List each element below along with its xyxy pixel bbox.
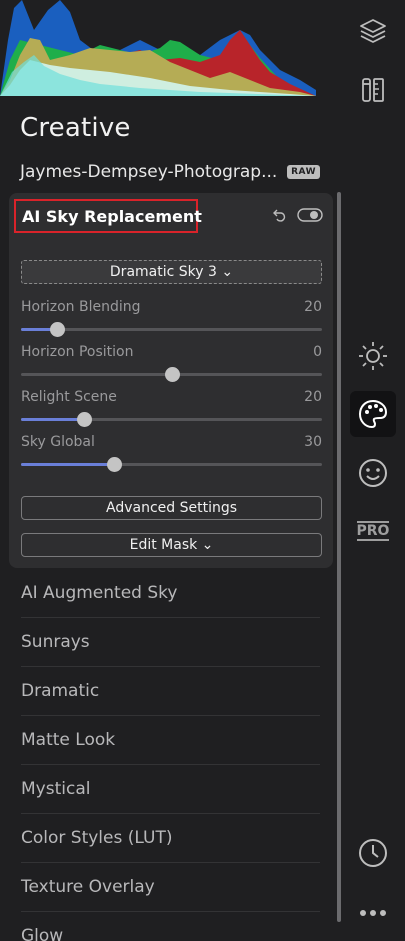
panel-header-icons bbox=[271, 207, 323, 223]
slider-label: Sky Global bbox=[21, 434, 95, 450]
filter-item-color-styles[interactable]: Color Styles (LUT) bbox=[21, 814, 320, 863]
sky-preset-dropdown[interactable]: Dramatic Sky 3 ⌄ bbox=[21, 260, 322, 284]
tools-icon[interactable] bbox=[350, 67, 396, 113]
filter-list: AI Augmented Sky Sunrays Dramatic Matte … bbox=[21, 569, 320, 941]
filter-item-matte-look[interactable]: Matte Look bbox=[21, 716, 320, 765]
pro-label: PRO bbox=[356, 521, 390, 541]
sun-icon[interactable] bbox=[350, 333, 396, 379]
smiley-icon[interactable] bbox=[350, 450, 396, 496]
panel-title: AI Sky Replacement bbox=[22, 206, 202, 226]
slider-horizon-position[interactable]: Horizon Position 0 bbox=[21, 344, 322, 384]
slider-knob[interactable] bbox=[107, 457, 123, 472]
slider-sky-global[interactable]: Sky Global 30 bbox=[21, 434, 322, 474]
slider-value: 0 bbox=[313, 344, 322, 360]
slider-fill bbox=[21, 418, 85, 421]
slider-track[interactable] bbox=[21, 367, 322, 382]
slider-label: Horizon Blending bbox=[21, 299, 141, 315]
filter-item-mystical[interactable]: Mystical bbox=[21, 765, 320, 814]
reset-icon[interactable] bbox=[271, 207, 287, 223]
right-toolbar: PRO bbox=[350, 0, 405, 941]
slider-track[interactable] bbox=[21, 412, 322, 427]
scrollbar-thumb[interactable] bbox=[337, 192, 341, 922]
raw-badge: RAW bbox=[287, 165, 320, 179]
toggle-visibility-icon[interactable] bbox=[297, 207, 323, 223]
filter-item-sunrays[interactable]: Sunrays bbox=[21, 618, 320, 667]
filter-item-texture-overlay[interactable]: Texture Overlay bbox=[21, 863, 320, 912]
slider-knob[interactable] bbox=[164, 367, 180, 382]
slider-knob[interactable] bbox=[50, 322, 66, 337]
slider-fill bbox=[21, 373, 172, 376]
file-name: Jaymes-Dempsey-Photograp... bbox=[20, 162, 278, 182]
slider-knob[interactable] bbox=[77, 412, 93, 427]
slider-fill bbox=[21, 463, 115, 466]
file-row: Jaymes-Dempsey-Photograp... RAW bbox=[20, 160, 320, 184]
advanced-settings-button[interactable]: Advanced Settings bbox=[21, 496, 322, 520]
history-icon[interactable] bbox=[350, 830, 396, 876]
scrollbar[interactable] bbox=[337, 192, 341, 941]
slider-value: 30 bbox=[304, 434, 322, 450]
histogram bbox=[0, 0, 340, 96]
slider-value: 20 bbox=[304, 299, 322, 315]
slider-track[interactable] bbox=[21, 457, 322, 472]
pro-icon[interactable]: PRO bbox=[350, 508, 396, 554]
filter-item-dramatic[interactable]: Dramatic bbox=[21, 667, 320, 716]
layers-icon[interactable] bbox=[350, 8, 396, 54]
slider-label: Relight Scene bbox=[21, 389, 117, 405]
panel-title-highlight[interactable]: AI Sky Replacement bbox=[14, 199, 202, 233]
slider-label: Horizon Position bbox=[21, 344, 134, 360]
edit-mask-button[interactable]: Edit Mask ⌄ bbox=[21, 533, 322, 557]
slider-value: 20 bbox=[304, 389, 322, 405]
more-icon[interactable] bbox=[350, 890, 396, 936]
filter-item-glow[interactable]: Glow bbox=[21, 912, 320, 941]
filter-item-ai-augmented-sky[interactable]: AI Augmented Sky bbox=[21, 569, 320, 618]
palette-icon[interactable] bbox=[350, 391, 396, 437]
slider-track[interactable] bbox=[21, 322, 322, 337]
section-title: Creative bbox=[20, 113, 131, 143]
slider-horizon-blending[interactable]: Horizon Blending 20 bbox=[21, 299, 322, 339]
slider-relight-scene[interactable]: Relight Scene 20 bbox=[21, 389, 322, 429]
ai-sky-replacement-panel: AI Sky Replacement Dramatic Sky 3 ⌄ Hori… bbox=[9, 193, 333, 568]
